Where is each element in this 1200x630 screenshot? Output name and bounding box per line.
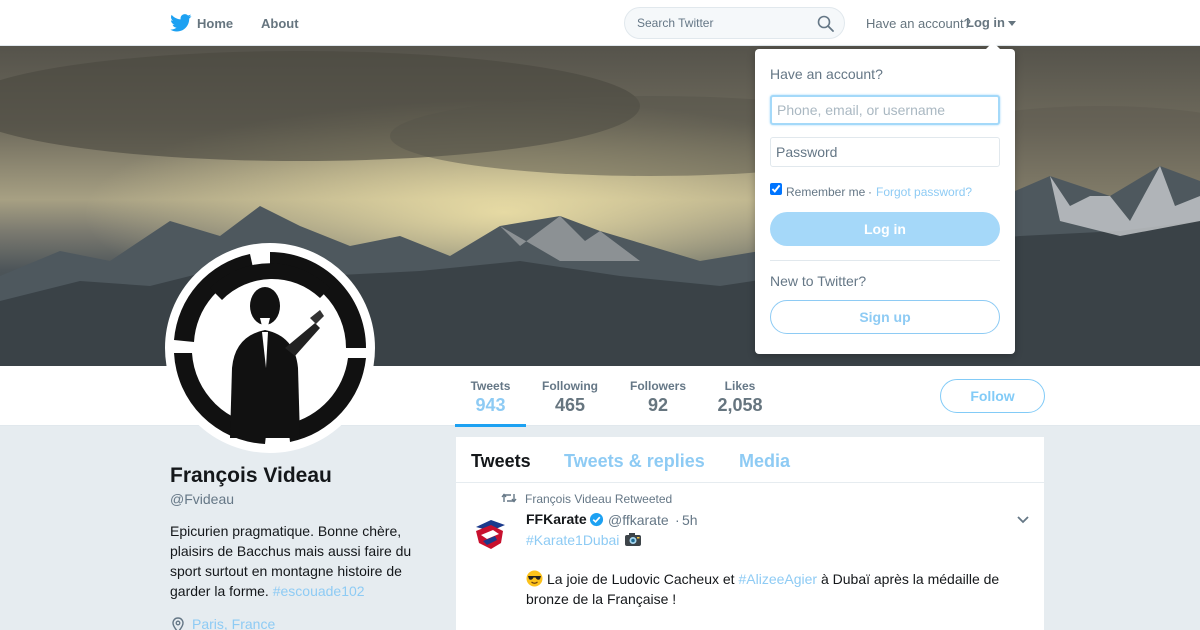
chevron-down-icon[interactable] [1008,21,1016,26]
search-input[interactable]: Search Twitter [624,7,845,39]
tab-tweets[interactable]: Tweets [471,451,531,472]
remember-me-checkbox[interactable] [770,183,782,195]
profile-location[interactable]: Paris, France [192,616,275,630]
stat-value: 2,058 [717,395,763,415]
verified-badge-icon [589,512,604,527]
stat-value: 92 [647,395,669,415]
nav-home-link[interactable]: Home [197,16,233,31]
stat-label: Following [542,379,598,393]
timeline-tabs: Tweets Tweets & replies Media [456,437,1044,483]
stat-value: 465 [554,395,586,415]
tweet-mention-link[interactable]: #AlizeeAgier [738,571,817,587]
nav-about-link[interactable]: About [261,16,299,31]
follow-button[interactable]: Follow [940,379,1045,413]
search-placeholder: Search Twitter [637,16,714,30]
tab-tweets-and-replies[interactable]: Tweets & replies [564,451,705,472]
tweet-hashtag-link[interactable]: #Karate1Dubai [526,532,619,548]
tweet-author-name[interactable]: FFKarate [526,511,587,527]
remember-me-label[interactable]: Remember me [786,185,865,199]
divider [770,260,1000,261]
retweeted-by-text[interactable]: François Videau Retweeted [525,492,672,506]
tweet-separator: · [675,512,680,528]
profile-handle[interactable]: @Fvideau [170,491,234,507]
new-to-twitter-text: New to Twitter? [770,273,867,289]
login-dropdown: Have an account? Remember me · Forgot pa… [755,49,1015,354]
camera-emoji-icon [625,533,641,546]
chevron-down-icon[interactable] [1017,516,1029,524]
timeline: Tweets Tweets & replies Media François V… [456,437,1044,630]
dropdown-arrow [985,42,1001,50]
stat-label: Followers [629,379,686,393]
tweet-text-part: La joie de Ludovic Cacheux et [547,571,739,587]
avatar-image [172,250,368,446]
tweet-author-avatar[interactable] [471,515,511,555]
tweet-text: La joie de Ludovic Cacheux et #AlizeeAgi… [526,569,1016,609]
stat-label: Likes [724,379,756,393]
username-field[interactable] [770,95,1000,125]
have-account-text: Have an account? [866,16,971,31]
top-navigation-bar: Home About Search Twitter Have an accoun… [0,0,1200,46]
profile-avatar[interactable] [165,243,375,453]
login-dropdown-toggle[interactable]: Log in [966,15,1005,30]
signup-button[interactable]: Sign up [770,300,1000,334]
dropdown-title: Have an account? [770,66,883,82]
tweet-author-handle[interactable]: @ffkarate [608,512,669,528]
bio-hashtag-link[interactable]: #escouade102 [273,583,365,599]
login-button[interactable]: Log in [770,212,1000,246]
profile-name[interactable]: François Videau [170,464,332,488]
retweet-icon [501,493,517,503]
separator-dot: · [868,185,872,199]
profile-bio: Epicurien pragmatique. Bonne chère, plai… [170,521,430,601]
stat-following[interactable]: Following 465 [536,366,604,426]
stat-value: 943 [475,395,506,415]
search-icon[interactable] [817,15,834,32]
sunglasses-emoji-icon [526,570,543,587]
stat-likes[interactable]: Likes 2,058 [710,366,770,426]
stat-followers[interactable]: Followers 92 [624,366,692,426]
stat-tweets[interactable]: Tweets 943 [455,366,526,427]
password-field[interactable] [770,137,1000,167]
location-pin-icon [172,617,184,630]
stat-label: Tweets [470,379,511,393]
tweet-timestamp[interactable]: 5h [682,512,698,528]
twitter-bird-icon[interactable] [170,14,192,32]
forgot-password-link[interactable]: Forgot password? [876,185,972,199]
tab-media[interactable]: Media [739,451,790,472]
